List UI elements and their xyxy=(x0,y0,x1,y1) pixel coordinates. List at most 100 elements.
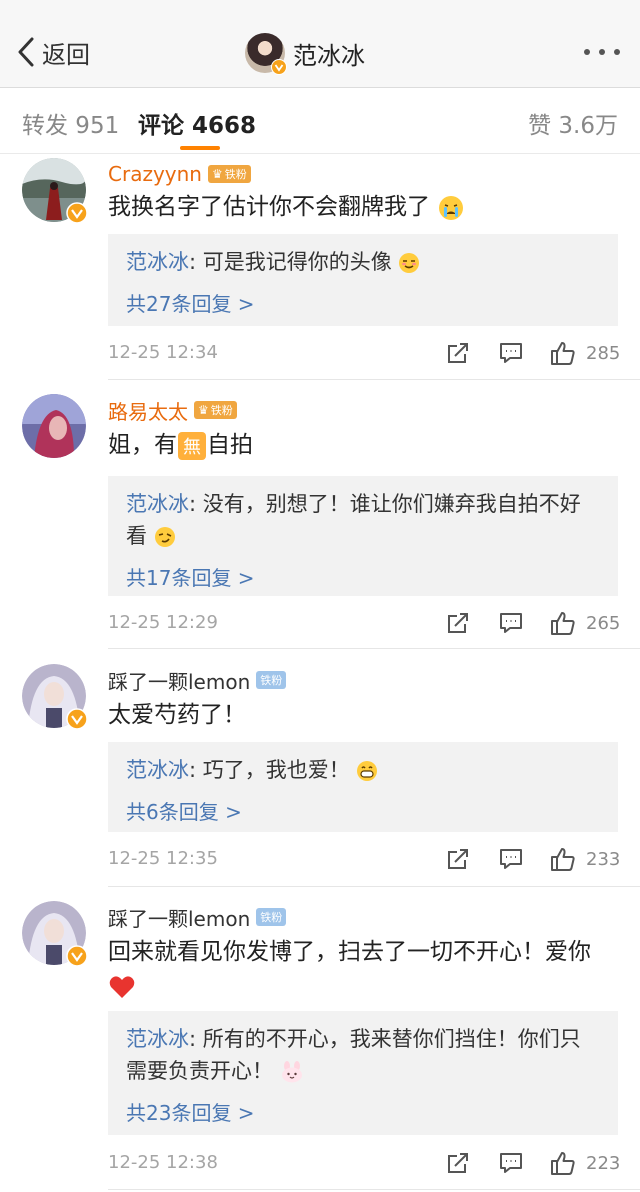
like-count: 265 xyxy=(586,612,621,634)
share-icon xyxy=(448,613,468,633)
crown-icon: ♛ xyxy=(211,167,223,181)
thumbs-up-icon xyxy=(551,848,575,871)
like-button[interactable]: 223 xyxy=(550,1150,620,1176)
more-dot xyxy=(614,49,620,55)
reply-preview[interactable]: 范冰冰: 所有的不开心，我来替你们挡住！你们只需要负责开心！ 共23条回复 > xyxy=(108,1011,618,1135)
share-button[interactable] xyxy=(445,1150,471,1180)
divider xyxy=(108,886,640,887)
comment-text-content: 自拍 xyxy=(207,432,253,458)
share-icon xyxy=(448,343,468,363)
reply-content: : 所有的不开心，我来替你们挡住！你们只需要负责开心！ xyxy=(126,1027,581,1083)
comment-header: Crazyynn ♛ 铁粉 xyxy=(108,160,251,188)
verified-badge-icon xyxy=(271,59,287,75)
comment-time: 12-25 12:34 xyxy=(108,342,218,363)
heart-icon xyxy=(109,975,135,998)
comment-header: 踩了一颗lemon 铁粉 xyxy=(108,903,287,932)
comment-header: 路易太太 ♛ 铁粉 xyxy=(108,396,237,424)
comment-icon xyxy=(500,343,522,363)
reply-count-link[interactable]: 共27条回复 > xyxy=(126,288,600,317)
like-button[interactable]: 285 xyxy=(550,340,620,366)
reply-text: 范冰冰: 没有，别想了！谁让你们嫌弃我自拍不好看 xyxy=(126,488,600,552)
reply-count-link[interactable]: 共6条回复 > xyxy=(126,796,600,825)
comment-time: 12-25 12:38 xyxy=(108,1152,218,1173)
avatar[interactable] xyxy=(22,394,86,458)
comment-time: 12-25 12:35 xyxy=(108,848,218,869)
reply-preview[interactable]: 范冰冰: 巧了，我也爱！ 共6条回复 > xyxy=(108,742,618,832)
share-icon xyxy=(448,849,468,869)
username[interactable]: 踩了一颗lemon xyxy=(108,666,250,695)
username[interactable]: Crazyynn xyxy=(108,162,202,186)
reply-button[interactable] xyxy=(498,846,524,876)
comment-text-content: 回来就看见你发博了，扫去了一切不开心！爱你 xyxy=(108,939,591,965)
reply-count-link[interactable]: 共17条回复 > xyxy=(126,562,600,591)
thumbs-up-icon xyxy=(551,612,575,635)
comment-icon xyxy=(500,1153,522,1173)
reply-button[interactable] xyxy=(498,1150,524,1180)
verified-badge-icon xyxy=(66,708,88,730)
divider xyxy=(108,1189,640,1190)
verified-badge-icon xyxy=(66,202,88,224)
avatar[interactable] xyxy=(245,33,287,75)
username[interactable]: 路易太太 xyxy=(108,396,188,425)
crying-emoji-icon xyxy=(439,195,464,220)
tab-likes[interactable]: 赞 3.6万 xyxy=(528,106,618,140)
share-button[interactable] xyxy=(445,340,471,370)
share-icon xyxy=(448,1153,468,1173)
grin-emoji-icon xyxy=(357,761,378,781)
back-button[interactable]: 返回 xyxy=(16,32,90,72)
divider xyxy=(108,648,640,649)
comment-text-content: 姐，有 xyxy=(108,432,177,458)
reply-preview[interactable]: 范冰冰: 可是我记得你的头像 共27条回复 > xyxy=(108,234,618,326)
comment-text: 姐，有無自拍 xyxy=(108,428,618,462)
fan-badge-label: 铁粉 xyxy=(224,168,247,181)
share-button[interactable] xyxy=(445,610,471,640)
tab-bar: 转发 951 评论 4668 赞 3.6万 xyxy=(0,88,640,154)
reply-button[interactable] xyxy=(498,340,524,370)
reply-button[interactable] xyxy=(498,610,524,640)
top-nav-bar: 返回 范冰冰 xyxy=(0,0,640,88)
comment-text-content: 我换名字了估计你不会翻牌我了 xyxy=(108,194,430,220)
fan-badge-label: 铁粉 xyxy=(260,911,283,924)
like-button[interactable]: 265 xyxy=(550,610,620,636)
avatar[interactable] xyxy=(22,158,88,224)
avatar[interactable] xyxy=(22,664,88,730)
reply-preview[interactable]: 范冰冰: 没有，别想了！谁让你们嫌弃我自拍不好看 共17条回复 > xyxy=(108,476,618,596)
smug-emoji-icon xyxy=(399,253,420,273)
page-title: 范冰冰 xyxy=(293,41,365,70)
fan-badge-label: 铁粉 xyxy=(260,674,283,687)
reply-author[interactable]: 范冰冰 xyxy=(126,492,189,516)
verified-badge-icon xyxy=(66,945,88,967)
reply-content: : 可是我记得你的头像 xyxy=(189,250,392,274)
reply-content: : 没有，别想了！谁让你们嫌弃我自拍不好看 xyxy=(126,492,581,548)
reply-author[interactable]: 范冰冰 xyxy=(126,1027,189,1051)
reply-author[interactable]: 范冰冰 xyxy=(126,250,189,274)
username[interactable]: 踩了一颗lemon xyxy=(108,903,250,932)
reply-text: 范冰冰: 巧了，我也爱！ xyxy=(126,754,600,786)
reply-text: 范冰冰: 可是我记得你的头像 xyxy=(126,246,600,278)
avatar-image xyxy=(22,394,86,458)
comment-text: 回来就看见你发博了，扫去了一切不开心！爱你 xyxy=(108,935,618,1003)
comment-icon xyxy=(500,849,522,869)
comment-text: 太爱芍药了！ xyxy=(108,698,618,732)
tab-comments[interactable]: 评论 4668 xyxy=(138,106,256,140)
like-button[interactable]: 233 xyxy=(550,846,620,872)
reply-count-link[interactable]: 共23条回复 > xyxy=(126,1097,600,1126)
profile-header[interactable]: 范冰冰 xyxy=(245,32,365,75)
fan-badge-label: 铁粉 xyxy=(210,404,233,417)
avatar[interactable] xyxy=(22,901,88,967)
fan-badge: ♛ 铁粉 xyxy=(207,165,251,183)
comment-text-content: 太爱芍药了！ xyxy=(108,702,246,728)
more-button[interactable] xyxy=(584,40,620,64)
bunny-emoji-icon xyxy=(281,1061,302,1083)
fan-badge: 铁粉 xyxy=(256,671,287,689)
svg-text:無: 無 xyxy=(183,437,201,458)
like-count: 233 xyxy=(586,848,621,870)
share-button[interactable] xyxy=(445,846,471,876)
fan-badge: 铁粉 xyxy=(256,908,287,926)
divider xyxy=(108,379,640,380)
fan-badge: ♛ 铁粉 xyxy=(194,401,237,419)
more-dots-icon xyxy=(584,49,590,55)
crown-icon: ♛ xyxy=(198,403,209,417)
tab-repost[interactable]: 转发 951 xyxy=(22,106,119,140)
reply-author[interactable]: 范冰冰 xyxy=(126,758,189,782)
